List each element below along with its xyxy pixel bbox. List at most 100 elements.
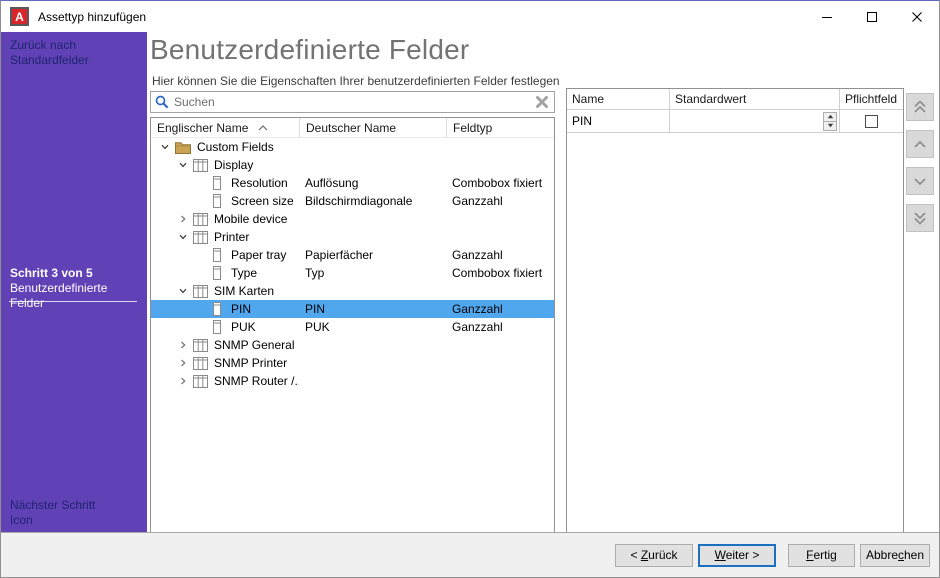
tree-row-label: SNMP Printer	[214, 356, 287, 370]
app-icon: A	[10, 7, 29, 26]
tree-row-custom-fields[interactable]: Custom Fields	[151, 138, 554, 156]
search-input[interactable]	[174, 95, 535, 109]
column-header-english-name[interactable]: Englischer Name	[151, 118, 299, 138]
next-button[interactable]: Weiter >	[698, 544, 776, 567]
tree-cell-type: Ganzzahl	[446, 248, 554, 262]
step-counter: Schritt 3 von 5	[10, 266, 140, 281]
tree-row-mobile-device[interactable]: Mobile device	[151, 210, 554, 228]
table-icon	[193, 231, 208, 244]
close-icon	[912, 12, 922, 22]
tree-row-snmp-printer[interactable]: SNMP Printer	[151, 354, 554, 372]
move-up-button[interactable]	[906, 130, 934, 158]
tree-cell-type: Combobox fixiert	[446, 266, 554, 280]
tree-cell-type: Ganzzahl	[446, 302, 554, 316]
move-down-button[interactable]	[906, 167, 934, 195]
tree-cell-type: Ganzzahl	[446, 320, 554, 334]
fields-tree-panel: Englischer Name Deutscher Name Feldtyp C…	[150, 117, 555, 533]
column-header-fieldtype[interactable]: Feldtyp	[446, 118, 554, 138]
search-box	[150, 91, 555, 113]
spinner-up-icon[interactable]	[824, 113, 836, 122]
tree-row-label: SIM Karten	[214, 284, 274, 298]
page-subtitle: Hier können Sie die Eigenschaften Ihrer …	[152, 74, 560, 88]
chevron-right-icon[interactable]	[177, 357, 189, 369]
chevron-up-icon	[913, 140, 927, 149]
tree-row-type[interactable]: Type Typ Combobox fixiert	[151, 264, 554, 282]
wizard-sidebar: Zurück nach Standardfelder Schritt 3 von…	[1, 32, 147, 533]
search-icon	[155, 95, 169, 109]
maximize-button[interactable]	[849, 1, 894, 32]
detail-column-label: Pflichtfeld	[845, 92, 897, 106]
tree-row-label: Printer	[214, 230, 249, 244]
window-title: Assettyp hinzufügen	[38, 10, 804, 24]
tree-row-label: Mobile device	[214, 212, 287, 226]
tree-row-label: PIN	[231, 302, 251, 316]
tree-header: Englischer Name Deutscher Name Feldtyp	[151, 118, 554, 138]
spinner-down-icon[interactable]	[824, 122, 836, 130]
tree-row-snmp-general[interactable]: SNMP General	[151, 336, 554, 354]
tree-cell-type: Combobox fixiert	[446, 176, 554, 190]
chevron-down-icon[interactable]	[177, 231, 189, 243]
chevron-right-icon[interactable]	[177, 375, 189, 387]
chevron-down-icon[interactable]	[177, 159, 189, 171]
chevron-right-icon[interactable]	[177, 213, 189, 225]
tree-row-printer[interactable]: Printer	[151, 228, 554, 246]
tree-row-resolution[interactable]: Resolution Auflösung Combobox fixiert	[151, 174, 554, 192]
tree-cell-german: Auflösung	[299, 176, 446, 190]
tree-row-screen-size[interactable]: Screen size Bildschirmdiagonale Ganzzahl	[151, 192, 554, 210]
minimize-icon	[822, 12, 832, 22]
column-header-german-name[interactable]: Deutscher Name	[299, 118, 446, 138]
tree-row-label: SNMP General	[214, 338, 294, 352]
next-step-label: Nächster Schritt	[10, 498, 140, 513]
tree-row-label: Resolution	[231, 176, 288, 190]
standardwert-spinner[interactable]	[823, 112, 837, 131]
pflichtfeld-checkbox[interactable]	[865, 115, 878, 128]
clear-x-icon	[535, 95, 549, 109]
column-header-label: Englischer Name	[157, 121, 248, 135]
table-icon	[193, 159, 208, 172]
column-header-label: Feldtyp	[453, 121, 492, 135]
tree-row-label: SNMP Router /...	[214, 374, 299, 388]
cancel-button[interactable]: Abbrechen	[860, 544, 930, 567]
detail-column-required: Pflichtfeld	[839, 89, 903, 110]
reorder-buttons	[906, 93, 935, 232]
table-icon	[193, 213, 208, 226]
field-icon	[213, 302, 221, 316]
double-chevron-down-icon	[913, 211, 927, 225]
field-icon	[213, 248, 221, 262]
table-icon	[193, 285, 208, 298]
tree-row-pin-selected[interactable]: PIN PIN Ganzzahl	[151, 300, 554, 318]
sidebar-current-step: Schritt 3 von 5 Benutzerdefinierte Felde…	[10, 266, 140, 311]
tree-row-label: Screen size	[231, 194, 294, 208]
detail-column-label: Standardwert	[675, 92, 746, 106]
close-button[interactable]	[894, 1, 939, 32]
table-icon	[193, 357, 208, 370]
tree-cell-type: Ganzzahl	[446, 194, 554, 208]
finish-button[interactable]: Fertig	[788, 544, 855, 567]
move-to-bottom-button[interactable]	[906, 204, 934, 232]
chevron-down-icon[interactable]	[159, 141, 171, 153]
sidebar-divider	[9, 301, 137, 302]
detail-cell-default-value[interactable]	[669, 110, 839, 133]
tree-row-snmp-router[interactable]: SNMP Router /...	[151, 372, 554, 390]
table-icon	[193, 339, 208, 352]
chevron-down-icon[interactable]	[177, 285, 189, 297]
back-button[interactable]: < Zurück	[615, 544, 693, 567]
move-to-top-button[interactable]	[906, 93, 934, 121]
tree-row-paper-tray[interactable]: Paper tray Papierfächer Ganzzahl	[151, 246, 554, 264]
tree-row-sim-karten[interactable]: SIM Karten	[151, 282, 554, 300]
tree-row-label: PUK	[231, 320, 256, 334]
sidebar-next-step-label: Nächster Schritt Icon	[10, 498, 140, 528]
tree-cell-german: Typ	[299, 266, 446, 280]
clear-search-button[interactable]	[535, 95, 549, 109]
detail-row-pin[interactable]: PIN	[567, 110, 903, 133]
detail-cell-required	[839, 110, 903, 133]
tree-cell-german: Bildschirmdiagonale	[299, 194, 446, 208]
minimize-button[interactable]	[804, 1, 849, 32]
field-icon	[213, 176, 221, 190]
tree-row-display[interactable]: Display	[151, 156, 554, 174]
tree-row-label: Custom Fields	[197, 140, 274, 154]
tree-row-puk[interactable]: PUK PUK Ganzzahl	[151, 318, 554, 336]
step-title: Benutzerdefinierte Felder	[10, 281, 140, 311]
chevron-right-icon[interactable]	[177, 339, 189, 351]
footer-bar: < Zurück Weiter > Fertig Abbrechen	[1, 532, 939, 577]
